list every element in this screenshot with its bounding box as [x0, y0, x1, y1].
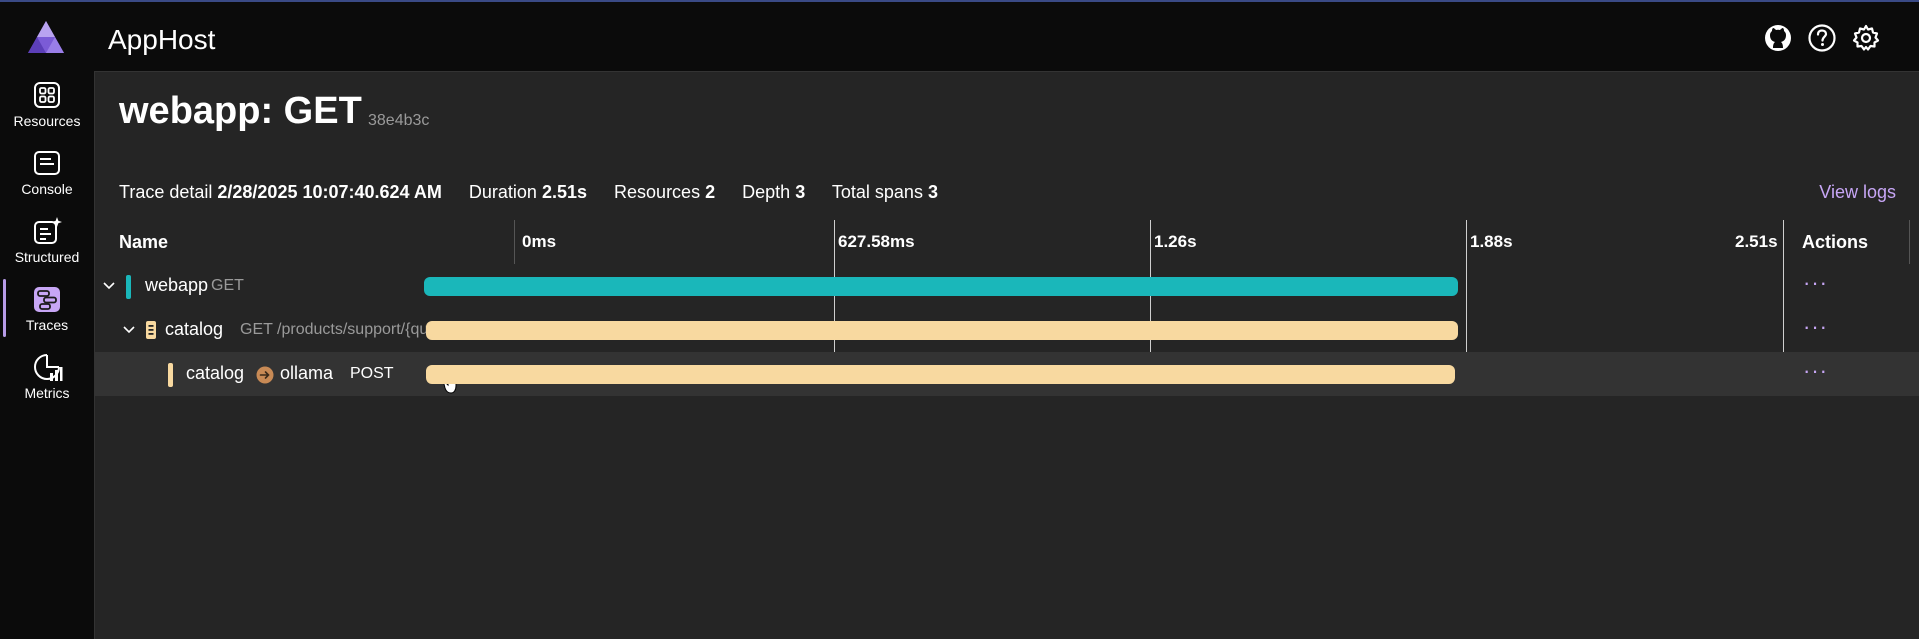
- console-icon: [34, 151, 60, 175]
- timeline-tick-label: 627.58ms: [838, 232, 915, 251]
- trace-detail-value: 2/28/2025 10:07:40.624 AM: [217, 182, 442, 202]
- app-header: AppHost: [0, 2, 1919, 71]
- total-spans-value: 3: [927, 182, 938, 202]
- help-icon[interactable]: [1806, 22, 1838, 54]
- span-resource-name: webapp: [145, 275, 209, 295]
- view-logs-link[interactable]: View logs: [1819, 182, 1896, 203]
- trace-detail-label: Trace detail: [119, 182, 213, 202]
- span-method: POST: [350, 365, 394, 382]
- timeline-tick-label: 1.88s: [1470, 232, 1513, 251]
- sidebar-item-traces[interactable]: Traces: [0, 275, 94, 337]
- metrics-icon: [34, 354, 63, 381]
- sidebar-item-label: Console: [21, 181, 73, 197]
- trace-detail-panel: webapp: GET 38e4b3c Trace detail 2/28/20…: [94, 71, 1919, 639]
- total-spans-label: Total spans: [831, 182, 923, 202]
- span-row[interactable]: webapp GET ···: [95, 264, 1919, 308]
- chevron-down-icon[interactable]: [101, 277, 117, 293]
- timeline-tick-label: 1.26s: [1154, 232, 1197, 251]
- sidebar-item-resources[interactable]: Resources: [0, 71, 94, 133]
- settings-icon[interactable]: [1850, 22, 1882, 54]
- depth-value: 3: [795, 182, 806, 202]
- span-duration-bar[interactable]: [426, 365, 1455, 384]
- sidebar-item-label: Traces: [25, 317, 69, 333]
- structured-logs-icon: [34, 217, 62, 244]
- span-resource-name: catalog: [186, 363, 245, 383]
- sidebar-item-metrics[interactable]: Metrics: [0, 343, 94, 405]
- sidebar-nav: Resources Console Structured Traces Metr…: [0, 71, 94, 638]
- resources-value: 2: [705, 182, 716, 202]
- column-divider[interactable]: [514, 220, 515, 264]
- sidebar-item-label: Resources: [13, 113, 81, 129]
- app-title[interactable]: AppHost: [108, 24, 215, 56]
- timeline-tick-label: 2.51s: [1735, 232, 1778, 251]
- trace-summary: Trace detail 2/28/2025 10:07:40.624 AM D…: [119, 182, 938, 203]
- span-actions-button[interactable]: ···: [1803, 314, 1828, 340]
- span-duration-bar[interactable]: [424, 277, 1458, 296]
- sidebar-item-label: Structured: [14, 249, 80, 265]
- timeline-tick-label: 0ms: [522, 232, 557, 251]
- grid-icon: [34, 82, 60, 108]
- aspire-logo-icon[interactable]: [26, 19, 66, 55]
- duration-value: 2.51s: [541, 182, 588, 202]
- database-icon: [146, 321, 156, 339]
- chevron-down-icon[interactable]: [121, 321, 137, 337]
- span-target-name: ollama: [280, 363, 334, 383]
- span-actions-button[interactable]: ···: [1803, 358, 1828, 384]
- resource-color-bar: [126, 275, 131, 299]
- arrow-right-circle-icon: [256, 366, 274, 384]
- actions-column-header: Actions: [1802, 232, 1869, 252]
- span-row[interactable]: catalog ollama POST ···: [95, 352, 1919, 396]
- resources-label: Resources: [614, 182, 701, 202]
- span-row[interactable]: catalog GET /products/support/{query} ··…: [95, 308, 1919, 352]
- span-operation: GET /products/support/{query}: [240, 321, 456, 338]
- trace-id: 38e4b3c: [368, 112, 430, 129]
- sidebar-item-structured[interactable]: Structured: [0, 207, 94, 269]
- span-resource-name: catalog: [165, 319, 224, 339]
- name-column-header[interactable]: Name: [119, 232, 168, 253]
- column-divider: [1909, 220, 1910, 264]
- page-title: webapp: GET: [119, 90, 362, 132]
- sidebar-item-console[interactable]: Console: [0, 139, 94, 201]
- github-icon[interactable]: [1762, 22, 1794, 54]
- trace-grid-header: Name 0ms 627.58ms 1.26s 1.88s 2.51s Acti…: [95, 220, 1919, 264]
- sidebar-item-label: Metrics: [24, 385, 70, 401]
- traces-icon: [34, 287, 60, 312]
- span-operation: GET: [211, 277, 244, 294]
- resource-color-bar: [168, 363, 173, 387]
- duration-label: Duration: [468, 182, 537, 202]
- depth-label: Depth: [742, 182, 791, 202]
- span-duration-bar[interactable]: [426, 321, 1458, 340]
- span-actions-button[interactable]: ···: [1803, 270, 1828, 296]
